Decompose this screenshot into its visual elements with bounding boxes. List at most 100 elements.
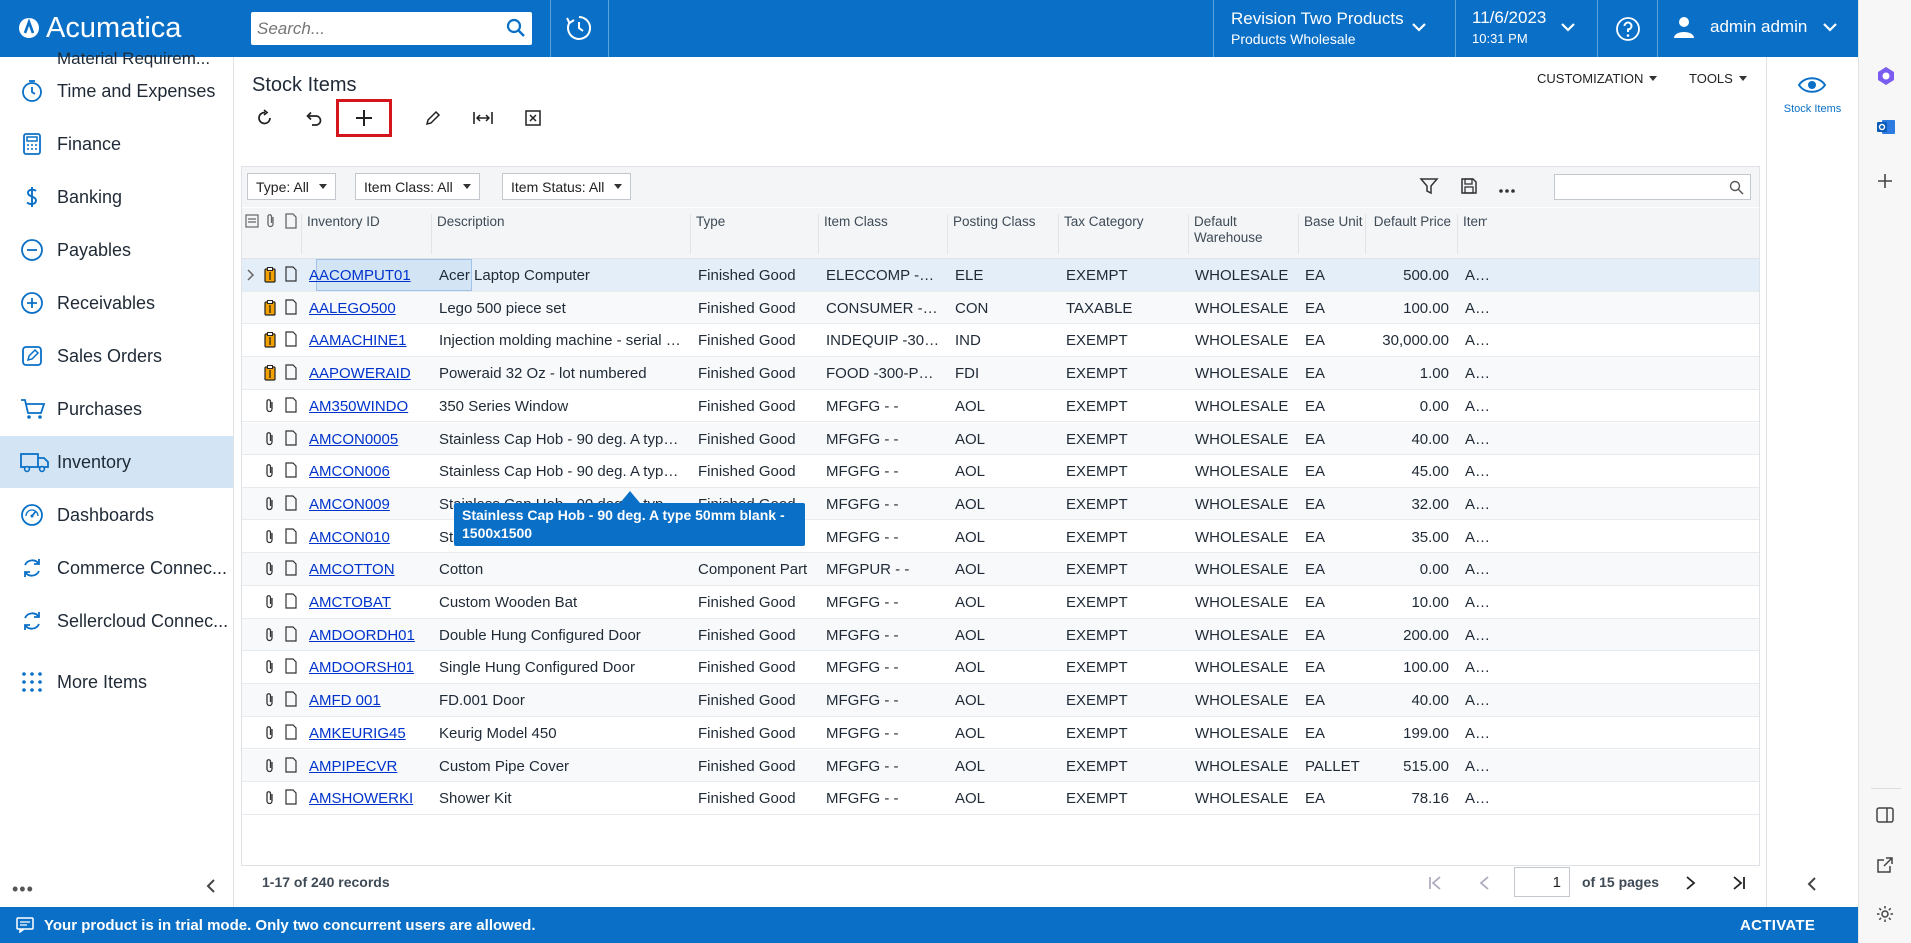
document-icon[interactable] (284, 691, 298, 707)
inventory-id-link[interactable]: AMCON010 (309, 529, 427, 546)
document-icon[interactable] (284, 593, 298, 609)
document-icon[interactable] (284, 560, 298, 576)
document-column-icon[interactable] (284, 213, 298, 229)
save-filter-icon[interactable] (1459, 176, 1479, 196)
paperclip-icon[interactable] (264, 594, 276, 610)
paperclip-icon[interactable] (264, 496, 276, 512)
table-row[interactable]: AMPIPECVR Custom Pipe Cover Finished Good M… (242, 749, 1759, 782)
search-icon[interactable] (506, 18, 526, 38)
table-row[interactable]: AMSHOWERKI Shower Kit Finished Good MFGFG -… (242, 782, 1759, 815)
tools-menu[interactable]: TOOLS (1689, 71, 1747, 86)
inventory-id-link[interactable]: AALEGO500 (309, 300, 427, 317)
column-header-default-price[interactable]: Default Price (1365, 214, 1457, 254)
chevron-down-icon[interactable] (1411, 21, 1427, 33)
column-header-tax-category[interactable]: Tax Category (1058, 214, 1188, 254)
table-row[interactable]: AMFD 001 FD.001 Door Finished Good MFGFG - … (242, 684, 1759, 717)
table-row[interactable]: AAPOWERAID Poweraid 32 Oz - lot numbered F… (242, 357, 1759, 390)
item-class-filter[interactable]: Item Class: All (355, 173, 480, 200)
search-box[interactable] (251, 12, 532, 45)
notes-column-icon[interactable] (245, 214, 259, 228)
grid-search-input[interactable] (1554, 174, 1751, 200)
refresh-button[interactable] (244, 101, 286, 135)
clipboard-icon[interactable] (264, 365, 276, 381)
sidebar-item-banking[interactable]: Banking (0, 171, 233, 223)
clipboard-icon[interactable] (264, 299, 276, 316)
document-icon[interactable] (284, 626, 298, 642)
column-header-type[interactable]: Type (690, 214, 818, 254)
inventory-id-link[interactable]: AMCON0005 (309, 431, 427, 448)
paperclip-icon[interactable] (264, 398, 276, 414)
document-icon[interactable] (284, 266, 298, 282)
search-input[interactable] (257, 12, 497, 45)
paperclip-icon[interactable] (264, 725, 276, 741)
table-row[interactable]: AMCON006 Stainless Cap Hob - 90 deg. A ty… (242, 455, 1759, 488)
inventory-id-link[interactable]: AAPOWERAID (309, 365, 427, 382)
first-page-icon[interactable] (1428, 876, 1442, 890)
related-panel-label[interactable]: Stock Items (1767, 103, 1858, 115)
paperclip-icon[interactable] (264, 561, 276, 577)
document-icon[interactable] (284, 724, 298, 740)
column-header-item-status[interactable]: Item S (1457, 214, 1487, 254)
document-icon[interactable] (284, 756, 298, 773)
column-header-base-unit[interactable]: Base Unit (1298, 214, 1365, 254)
inventory-id-link[interactable]: AMDOORDH01 (309, 627, 427, 644)
document-icon[interactable] (284, 789, 298, 805)
sidebar-item-more-items[interactable]: More Items (0, 656, 233, 708)
item-status-filter[interactable]: Item Status: All (502, 173, 632, 200)
sidebar-item-dashboards[interactable]: Dashboards (0, 489, 233, 541)
help-icon[interactable] (1615, 16, 1641, 42)
document-icon[interactable] (284, 364, 298, 380)
chevron-down-icon[interactable] (1560, 21, 1576, 33)
document-icon[interactable] (284, 527, 298, 544)
inventory-id-link[interactable]: AMCON006 (309, 463, 427, 480)
last-page-icon[interactable] (1732, 876, 1746, 890)
fit-columns-button[interactable] (462, 101, 504, 135)
inventory-id-link[interactable]: AMCTOBAT (309, 594, 427, 611)
search-icon[interactable] (1729, 180, 1744, 195)
paperclip-icon[interactable] (264, 790, 276, 806)
column-header-description[interactable]: Description (431, 214, 690, 254)
sidebar-item-receivables[interactable]: Receivables (0, 277, 233, 329)
acumatica-logo[interactable]: Acumatica (18, 11, 181, 45)
document-icon[interactable] (284, 495, 298, 511)
column-header-posting-class[interactable]: Posting Class (947, 214, 1058, 254)
chevron-left-icon[interactable] (204, 877, 218, 895)
sidebar-item-sellercloud-connector[interactable]: Sellercloud Connec... (0, 595, 233, 647)
business-date-selector[interactable]: 11/6/2023 10:31 PM (1472, 8, 1546, 46)
attachment-column-icon[interactable] (264, 213, 278, 229)
table-row[interactable]: AMCON0005 Stainless Cap Hob - 90 deg. A t… (242, 422, 1759, 455)
outlook-icon[interactable] (1876, 117, 1896, 137)
history-icon[interactable] (564, 13, 594, 43)
inventory-id-link[interactable]: AMKEURIG45 (309, 725, 427, 742)
table-row[interactable]: AM350WINDO 350 Series Window Finished Good… (242, 390, 1759, 423)
add-icon[interactable] (1876, 172, 1894, 190)
external-link-icon[interactable] (1876, 856, 1894, 874)
clipboard-icon[interactable] (264, 267, 276, 283)
sidebar-item-sales-orders[interactable]: Sales Orders (0, 330, 233, 382)
sidebar-item-commerce-connector[interactable]: Commerce Connec... (0, 542, 233, 594)
table-row[interactable]: AACOMPUT01 Acer Laptop Computer Finished G… (242, 259, 1759, 292)
table-row[interactable]: AMDOORSH01 Single Hung Configured Door Fin… (242, 651, 1759, 684)
paperclip-icon[interactable] (264, 529, 276, 545)
sidebar-item-finance[interactable]: Finance (0, 118, 233, 170)
paperclip-icon[interactable] (264, 627, 276, 643)
customization-menu[interactable]: CUSTOMIZATION (1537, 71, 1658, 86)
document-icon[interactable] (284, 429, 298, 446)
sidebar-item-purchases[interactable]: Purchases (0, 383, 233, 435)
inventory-id-link[interactable]: AAMACHINE1 (309, 332, 427, 349)
sidebar-toggle-icon[interactable] (1876, 806, 1894, 824)
type-filter[interactable]: Type: All (247, 173, 336, 200)
settings-gear-icon[interactable] (1876, 905, 1894, 923)
inventory-id-link[interactable]: AMFD 001 (309, 692, 427, 709)
inventory-id-link[interactable]: AMCOTTON (309, 561, 427, 578)
paperclip-icon[interactable] (264, 659, 276, 675)
inventory-id-link[interactable]: AM350WINDO (309, 398, 427, 415)
company-selector[interactable]: Revision Two Products Products Wholesale (1231, 9, 1404, 47)
paperclip-icon[interactable] (264, 431, 276, 447)
copilot-icon[interactable] (1876, 66, 1896, 86)
page-number-input[interactable]: 1 (1514, 867, 1570, 897)
inventory-id-link[interactable]: AACOMPUT01 (309, 267, 427, 284)
next-page-icon[interactable] (1683, 876, 1697, 890)
document-icon[interactable] (284, 331, 298, 347)
paperclip-icon[interactable] (264, 692, 276, 708)
